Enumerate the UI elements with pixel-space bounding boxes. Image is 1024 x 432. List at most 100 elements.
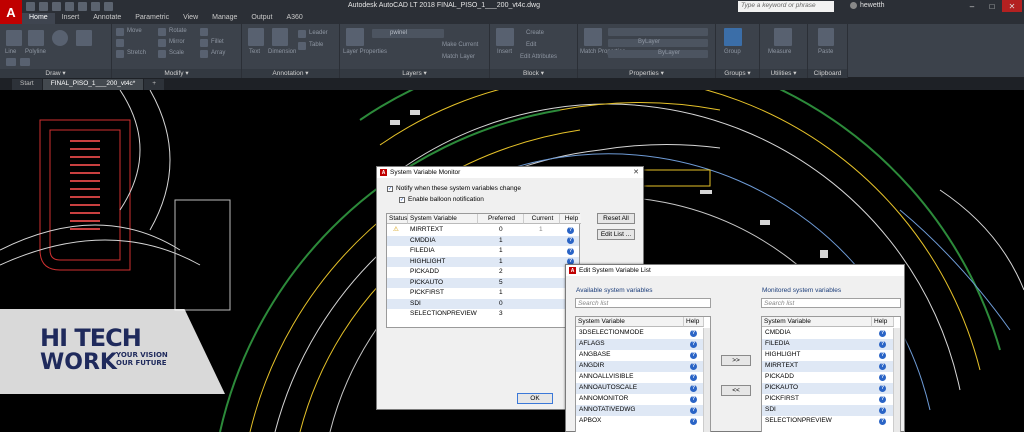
- list-item[interactable]: SDI?: [762, 405, 894, 416]
- table-row[interactable]: PICKAUTO 5 ?: [387, 277, 579, 289]
- row-preferred[interactable]: 1: [499, 257, 503, 268]
- col-status[interactable]: Status: [387, 214, 408, 224]
- properties-panel-label[interactable]: Properties ▾: [578, 69, 715, 78]
- scale-icon[interactable]: [158, 50, 166, 58]
- table-row[interactable]: SELECTIONPREVIEW 3 ?: [387, 309, 579, 320]
- table-icon[interactable]: [298, 42, 306, 50]
- help-icon[interactable]: ?: [690, 362, 697, 370]
- open-icon[interactable]: [39, 2, 48, 11]
- available-search-input[interactable]: Search list: [575, 298, 711, 308]
- layers-panel-label[interactable]: Layers ▾: [340, 69, 489, 78]
- edit-dialog-titlebar[interactable]: A Edit System Variable List: [566, 265, 904, 276]
- match-properties-icon[interactable]: [584, 28, 602, 46]
- row-preferred[interactable]: 1: [499, 246, 503, 257]
- text-icon[interactable]: [248, 28, 264, 46]
- table-row[interactable]: FILEDIA 1 ?: [387, 246, 579, 257]
- fillet-icon[interactable]: [200, 39, 208, 47]
- rectangle-icon[interactable]: [6, 58, 16, 66]
- stretch-icon[interactable]: [116, 50, 124, 58]
- user-account[interactable]: hewetth: [850, 2, 885, 9]
- help-icon[interactable]: ?: [879, 395, 886, 403]
- help-icon[interactable]: ?: [879, 417, 886, 425]
- available-col-help[interactable]: Help: [684, 317, 704, 327]
- monitor-close-button[interactable]: ✕: [633, 168, 639, 176]
- row-preferred[interactable]: 2: [499, 267, 503, 278]
- new-icon[interactable]: [26, 2, 35, 11]
- clipboard-panel-label[interactable]: Clipboard: [808, 69, 847, 78]
- annotation-panel-label[interactable]: Annotation ▾: [242, 69, 339, 78]
- row-preferred[interactable]: 1: [499, 288, 503, 299]
- close-button[interactable]: ✕: [1002, 0, 1022, 12]
- tab-annotate[interactable]: Annotate: [86, 13, 128, 24]
- groups-panel-label[interactable]: Groups ▾: [716, 69, 759, 78]
- trim-icon[interactable]: [200, 28, 208, 36]
- list-item[interactable]: FILEDIA?: [762, 339, 894, 350]
- tab-parametric[interactable]: Parametric: [128, 13, 176, 24]
- notify-checkbox-row[interactable]: ✓ Notify when these system variables cha…: [387, 185, 521, 192]
- minimize-button[interactable]: –: [962, 0, 982, 12]
- balloon-checkbox[interactable]: ✓: [399, 196, 405, 203]
- start-tab[interactable]: Start: [12, 79, 42, 90]
- help-icon[interactable]: ?: [690, 395, 697, 403]
- maximize-button[interactable]: □: [982, 0, 1002, 12]
- layer-dropdown[interactable]: [372, 29, 444, 38]
- search-input[interactable]: Type a keyword or phrase: [738, 1, 834, 12]
- tab-view[interactable]: View: [176, 13, 205, 24]
- ok-button[interactable]: OK: [517, 393, 553, 404]
- help-icon[interactable]: ?: [879, 340, 886, 348]
- rotate-icon[interactable]: [158, 28, 166, 36]
- line-icon[interactable]: [6, 30, 22, 46]
- dimension-icon[interactable]: [272, 28, 288, 46]
- row-preferred[interactable]: 5: [499, 278, 503, 289]
- group-icon[interactable]: [724, 28, 742, 46]
- balloon-checkbox-row[interactable]: ✓ Enable balloon notification: [399, 196, 484, 203]
- available-col-var[interactable]: System Variable: [576, 317, 684, 327]
- save-as-icon[interactable]: [65, 2, 74, 11]
- col-current[interactable]: Current: [524, 214, 560, 224]
- help-icon[interactable]: ?: [567, 237, 574, 244]
- table-row[interactable]: ⚠ MIRRTEXT 0 1 ?: [387, 225, 579, 236]
- insert-icon[interactable]: [496, 28, 514, 46]
- list-item[interactable]: ANNOAUTOSCALE?: [576, 383, 704, 394]
- monitored-col-var[interactable]: System Variable: [762, 317, 872, 327]
- row-preferred[interactable]: 0: [499, 299, 503, 310]
- print-icon[interactable]: [78, 2, 87, 11]
- arc-icon[interactable]: [76, 30, 92, 46]
- drawing-tab[interactable]: FINAL_PISO_1___200_vt4c*: [42, 79, 144, 90]
- undo-icon[interactable]: [91, 2, 100, 11]
- redo-icon[interactable]: [104, 2, 113, 11]
- tab-a360[interactable]: A360: [279, 13, 309, 24]
- row-preferred[interactable]: 3: [499, 309, 503, 320]
- list-item[interactable]: MIRRTEXT?: [762, 361, 894, 372]
- list-item[interactable]: 3DSELECTIONMODE?: [576, 328, 704, 339]
- mirror-icon[interactable]: [158, 39, 166, 47]
- help-icon[interactable]: ?: [690, 329, 697, 337]
- utilities-panel-label[interactable]: Utilities ▾: [760, 69, 807, 78]
- help-icon[interactable]: ?: [879, 384, 886, 392]
- layer-properties-icon[interactable]: [346, 28, 364, 46]
- edit-list-button[interactable]: Edit List ...: [597, 229, 635, 240]
- monitored-scrollbar[interactable]: [893, 328, 900, 432]
- monitored-search-input[interactable]: Search list: [761, 298, 901, 308]
- leader-icon[interactable]: [298, 30, 306, 38]
- help-icon[interactable]: ?: [879, 362, 886, 370]
- help-icon[interactable]: ?: [690, 406, 697, 414]
- copy-icon[interactable]: [116, 39, 124, 47]
- table-row[interactable]: SDI 0 ?: [387, 298, 579, 310]
- tab-manage[interactable]: Manage: [205, 13, 244, 24]
- table-row[interactable]: CMDDIA 1 ?: [387, 235, 579, 246]
- circle-icon[interactable]: [52, 30, 68, 46]
- tab-output[interactable]: Output: [244, 13, 279, 24]
- add-variable-button[interactable]: >>: [721, 355, 751, 366]
- list-item[interactable]: SELECTIONPREVIEW?: [762, 416, 894, 427]
- available-scrollbar[interactable]: [703, 328, 710, 432]
- list-item[interactable]: AFLAGS?: [576, 339, 704, 350]
- help-icon[interactable]: ?: [690, 417, 697, 425]
- help-icon[interactable]: ?: [879, 329, 886, 337]
- measure-icon[interactable]: [774, 28, 792, 46]
- help-icon[interactable]: ?: [690, 384, 697, 392]
- help-icon[interactable]: ?: [567, 226, 574, 234]
- list-item[interactable]: HIGHLIGHT?: [762, 350, 894, 361]
- new-tab-button[interactable]: +: [144, 79, 165, 90]
- tab-insert[interactable]: Insert: [55, 13, 87, 24]
